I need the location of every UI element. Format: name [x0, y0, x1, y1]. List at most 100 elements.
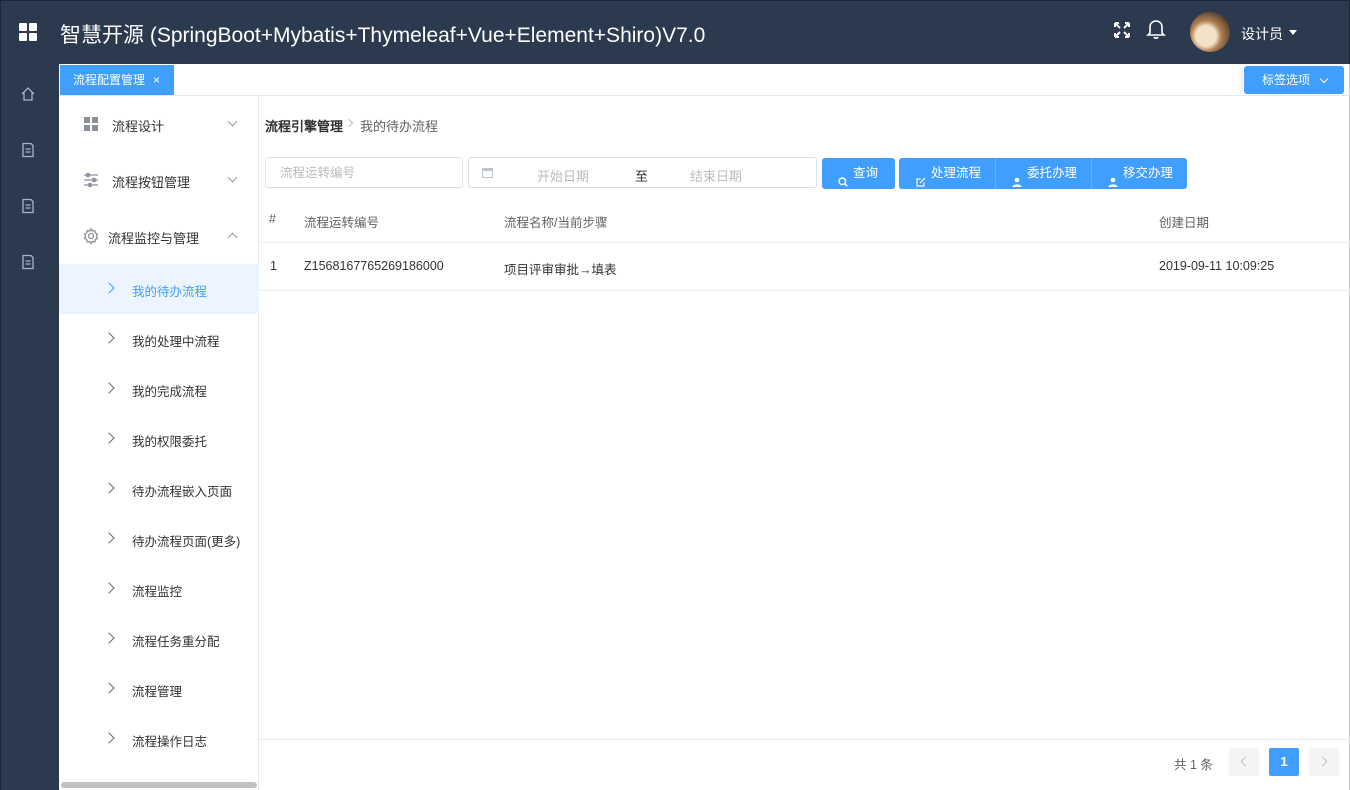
chevron-right-icon	[103, 382, 115, 394]
menu-item-label: 流程监控	[132, 585, 183, 599]
notification-bell-icon[interactable]	[1146, 18, 1166, 40]
menu-item-label: 我的待办流程	[132, 285, 208, 299]
pagination-bar: 共 1 条 1	[259, 739, 1350, 790]
chevron-right-icon	[103, 582, 115, 594]
menu-group-monitor[interactable]: 流程监控与管理	[59, 208, 259, 264]
cell-created-date: 2019-09-11 10:09:25	[1159, 259, 1275, 273]
query-button-label: 查询	[853, 166, 879, 180]
menu-item-flow-monitor[interactable]: 流程监控	[59, 564, 259, 614]
menu-item-task-reassign[interactable]: 流程任务重分配	[59, 614, 259, 664]
sub-menu: 流程设计 流程按钮管理 流程监控与管理 我的待办流程 我的处理中流程 我的完成流…	[59, 96, 259, 790]
tab-label: 流程配置管理	[73, 73, 146, 87]
cell-index: 1	[270, 259, 277, 273]
tabs-divider	[1237, 66, 1243, 94]
chevron-right-icon	[103, 332, 115, 344]
menu-item-todo-more[interactable]: 待办流程页面(更多)	[59, 514, 259, 564]
chevron-left-icon	[1240, 756, 1251, 767]
chevron-up-icon	[227, 232, 238, 243]
fullscreen-icon[interactable]	[1113, 21, 1131, 39]
horizontal-scrollbar[interactable]	[61, 782, 257, 788]
column-header-created-date[interactable]: 创建日期	[1159, 212, 1209, 231]
process-flow-button-label: 处理流程	[931, 166, 982, 180]
chevron-right-icon	[103, 732, 115, 744]
tabs-bar: 流程配置管理 × 标签选项	[59, 64, 1350, 96]
delegate-button[interactable]: 委托办理	[996, 158, 1091, 189]
process-flow-button[interactable]: 处理流程	[899, 158, 995, 189]
sliders-icon	[83, 172, 99, 188]
chevron-down-icon	[227, 172, 238, 183]
query-button[interactable]: 查询	[822, 158, 895, 189]
cell-flow-number: Z1568167765269186000	[304, 259, 444, 273]
column-header-flow-name[interactable]: 流程名称/当前步骤	[504, 212, 607, 231]
menu-item-label: 待办流程页面(更多)	[132, 535, 241, 549]
user-name[interactable]: 设计员	[1241, 24, 1283, 44]
gear-icon	[83, 227, 99, 245]
date-range-picker[interactable]: 开始日期 至 结束日期	[468, 157, 817, 188]
chevron-right-icon	[103, 682, 115, 694]
menu-item-label: 流程任务重分配	[132, 635, 220, 649]
table-header: # 流程运转编号 流程名称/当前步骤 创建日期	[259, 205, 1350, 243]
flow-number-search-input[interactable]	[265, 157, 463, 188]
total-count: 共 1 条	[1174, 758, 1213, 772]
menu-item-operation-log[interactable]: 流程操作日志	[59, 714, 259, 764]
column-header-flow-number[interactable]: 流程运转编号	[304, 212, 379, 231]
breadcrumb-separator-icon	[344, 118, 354, 128]
tab-flow-config[interactable]: 流程配置管理 ×	[60, 65, 174, 95]
column-header-index: #	[269, 212, 276, 226]
date-range-separator: 至	[635, 169, 649, 184]
home-icon[interactable]	[20, 86, 36, 102]
document-icon[interactable]	[20, 142, 36, 158]
prev-page-button[interactable]	[1229, 748, 1259, 776]
next-page-button[interactable]	[1309, 748, 1339, 776]
main-content: 流程引擎管理 我的待办流程 开始日期 至 结束日期 查询 处理流程 委托办理 移…	[259, 96, 1350, 790]
delegate-button-label: 委托办理	[1027, 166, 1078, 180]
end-date-placeholder[interactable]: 结束日期	[690, 166, 742, 185]
top-header: 智慧开源 (SpringBoot+Mybatis+Thymeleaf+Vue+E…	[0, 0, 1350, 64]
grid-icon	[83, 116, 99, 132]
page-number-current[interactable]: 1	[1269, 748, 1299, 776]
chevron-right-icon	[103, 432, 115, 444]
menu-item-label: 待办流程嵌入页面	[132, 485, 233, 499]
calendar-icon	[482, 168, 493, 178]
edit-icon	[916, 168, 926, 187]
menu-item-my-todo[interactable]: 我的待办流程	[59, 264, 259, 314]
menu-group-label: 流程监控与管理	[108, 231, 200, 246]
transfer-button[interactable]: 移交办理	[1092, 158, 1187, 189]
search-icon	[838, 168, 848, 187]
start-date-placeholder[interactable]: 开始日期	[537, 166, 589, 185]
chevron-right-icon	[103, 632, 115, 644]
menu-group-label: 流程按钮管理	[112, 175, 191, 190]
menu-group-flow-design[interactable]: 流程设计	[59, 96, 259, 152]
menu-item-todo-embed[interactable]: 待办流程嵌入页面	[59, 464, 259, 514]
tab-options-button[interactable]: 标签选项	[1244, 66, 1344, 94]
chevron-right-icon	[1317, 756, 1328, 767]
menu-item-my-delegation[interactable]: 我的权限委托	[59, 414, 259, 464]
menu-item-label: 流程管理	[132, 685, 183, 699]
menu-item-flow-manage[interactable]: 流程管理	[59, 664, 259, 714]
menu-item-label: 我的处理中流程	[132, 335, 220, 349]
breadcrumb-root[interactable]: 流程引擎管理	[265, 116, 343, 135]
menu-item-my-processing[interactable]: 我的处理中流程	[59, 314, 259, 364]
menu-item-label: 我的权限委托	[132, 435, 208, 449]
chevron-right-icon	[103, 532, 115, 544]
chevron-down-icon	[1319, 74, 1329, 84]
chevron-right-icon	[103, 282, 115, 294]
menu-group-label: 流程设计	[112, 119, 165, 134]
cell-flow-name: 项目评审审批→填表	[504, 263, 617, 277]
menu-item-my-done[interactable]: 我的完成流程	[59, 364, 259, 414]
user-icon	[1108, 168, 1118, 187]
menu-item-label: 我的完成流程	[132, 385, 208, 399]
menu-group-button-manage[interactable]: 流程按钮管理	[59, 152, 259, 208]
icon-rail	[0, 64, 59, 790]
user-avatar[interactable]	[1190, 12, 1230, 52]
document-icon[interactable]	[20, 254, 36, 270]
table-row[interactable]: 1 Z1568167765269186000 项目评审审批→填表 2019-09…	[259, 243, 1350, 291]
document-icon[interactable]	[20, 198, 36, 214]
chevron-right-icon	[103, 482, 115, 494]
user-icon	[1012, 168, 1022, 187]
app-grid-icon[interactable]	[19, 23, 37, 41]
user-menu-caret-icon[interactable]	[1289, 30, 1297, 35]
menu-item-label: 流程操作日志	[132, 735, 208, 749]
transfer-button-label: 移交办理	[1123, 166, 1174, 180]
tab-close-icon[interactable]: ×	[153, 65, 160, 95]
